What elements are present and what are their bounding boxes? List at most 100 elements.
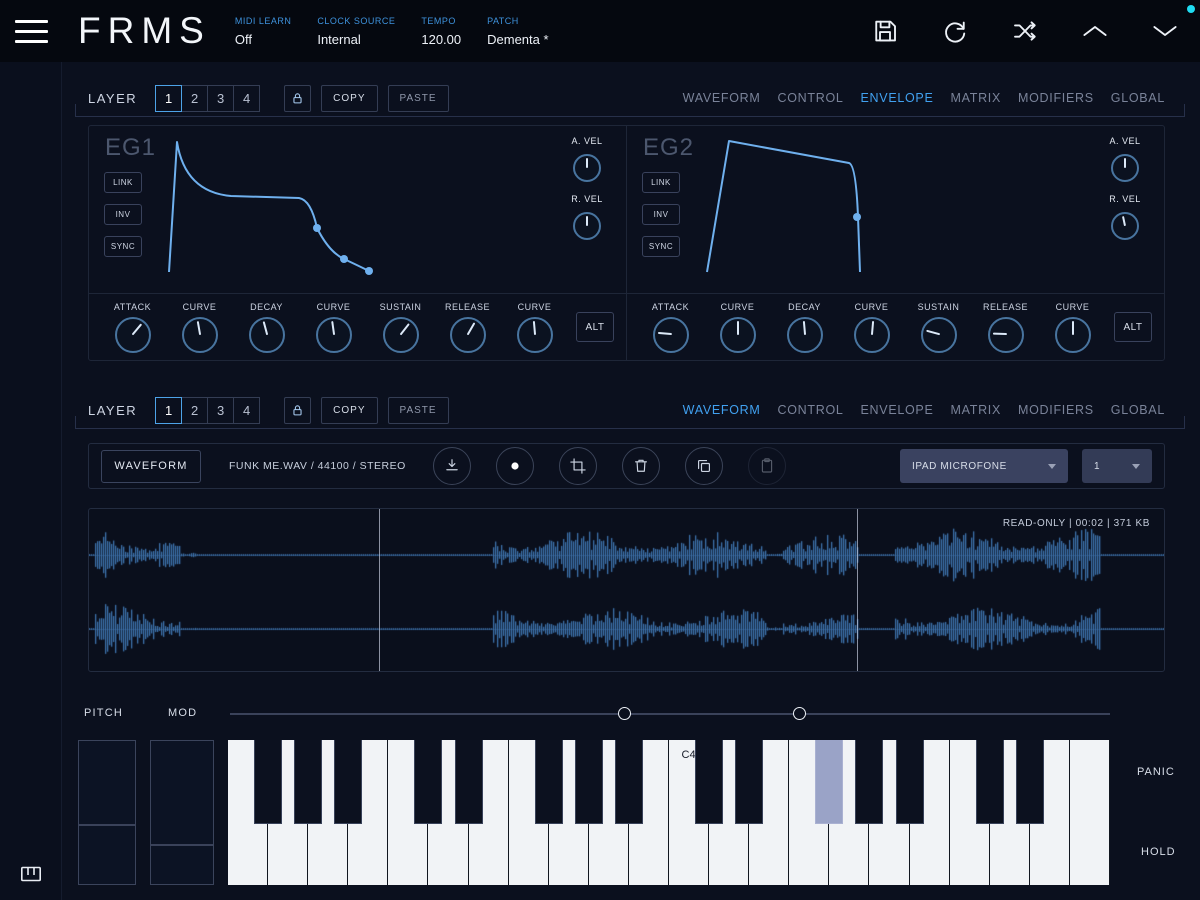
sync-button[interactable]: SYNC	[104, 236, 142, 257]
nav-tab-modifiers[interactable]: MODIFIERS	[1018, 91, 1094, 105]
panic-button[interactable]: PANIC	[1137, 766, 1175, 778]
pitch-wheel[interactable]	[78, 740, 136, 885]
curve-knob[interactable]	[182, 317, 218, 353]
nav-tab-modifiers[interactable]: MODIFIERS	[1018, 403, 1094, 417]
black-key[interactable]	[414, 740, 442, 824]
waveform-display[interactable]: READ-ONLY | 00:02 | 371 KB	[88, 508, 1165, 672]
black-key[interactable]	[294, 740, 322, 824]
slider-handle-1[interactable]	[618, 707, 631, 720]
curve-knob[interactable]	[720, 317, 756, 353]
nav-tab-global[interactable]: GLOBAL	[1111, 403, 1165, 417]
curve-knob[interactable]	[854, 317, 890, 353]
black-key[interactable]	[735, 740, 763, 824]
copy-layer-button[interactable]: COPY	[321, 397, 377, 424]
a-vel-knob[interactable]	[573, 154, 601, 182]
alt-button[interactable]: ALT	[576, 312, 614, 342]
layer-tab-1[interactable]: 1	[155, 85, 182, 112]
delete-button[interactable]	[622, 447, 660, 485]
decay-knob[interactable]	[787, 317, 823, 353]
white-key[interactable]	[1070, 740, 1110, 885]
import-button[interactable]	[433, 447, 471, 485]
undo-button[interactable]	[940, 16, 970, 46]
layer-tab-1[interactable]: 1	[155, 397, 182, 424]
black-key[interactable]	[615, 740, 643, 824]
hold-button[interactable]: HOLD	[1141, 846, 1176, 858]
r-vel-knob[interactable]	[1111, 212, 1139, 240]
curve-knob[interactable]	[316, 317, 352, 353]
envelope-handle[interactable]	[313, 224, 321, 232]
nav-tab-global[interactable]: GLOBAL	[1111, 91, 1165, 105]
black-key[interactable]	[455, 740, 483, 824]
playhead-cursor[interactable]	[379, 509, 380, 671]
nav-tab-envelope[interactable]: ENVELOPE	[861, 91, 934, 105]
a-vel-knob[interactable]	[1111, 154, 1139, 182]
black-key[interactable]	[535, 740, 563, 824]
layer-tab-3[interactable]: 3	[207, 397, 234, 424]
copy-layer-button[interactable]: COPY	[321, 85, 377, 112]
black-key[interactable]	[1016, 740, 1044, 824]
sustain-knob[interactable]	[383, 317, 419, 353]
link-button[interactable]: LINK	[642, 172, 680, 193]
keyboard-range-slider[interactable]	[230, 713, 1110, 715]
nav-tab-waveform[interactable]: WAVEFORM	[683, 403, 761, 417]
curve-knob[interactable]	[517, 317, 553, 353]
nav-tab-control[interactable]: CONTROL	[778, 91, 844, 105]
nav-tab-waveform[interactable]: WAVEFORM	[683, 91, 761, 105]
black-key[interactable]	[896, 740, 924, 824]
layer-tab-2[interactable]: 2	[181, 85, 208, 112]
inv-button[interactable]: INV	[104, 204, 142, 225]
crop-button[interactable]	[559, 447, 597, 485]
layer-tab-3[interactable]: 3	[207, 85, 234, 112]
channel-select[interactable]: 1	[1082, 449, 1152, 483]
topbar-field-tempo[interactable]: TEMPO120.00	[421, 16, 461, 47]
topbar-field-midi-learn[interactable]: MIDI LEARNOff	[235, 16, 292, 47]
topbar-field-clock-source[interactable]: CLOCK SOURCEInternal	[317, 16, 395, 47]
black-key[interactable]	[855, 740, 883, 824]
black-key[interactable]	[695, 740, 723, 824]
prev-patch-button[interactable]	[1080, 16, 1110, 46]
waveform-mode-button[interactable]: WAVEFORM	[101, 450, 201, 483]
playhead-cursor[interactable]	[857, 509, 858, 671]
link-button[interactable]: LINK	[104, 172, 142, 193]
black-key[interactable]	[575, 740, 603, 824]
envelope-handle[interactable]	[365, 267, 373, 275]
envelope-handle[interactable]	[340, 255, 348, 263]
nav-tab-matrix[interactable]: MATRIX	[951, 403, 1002, 417]
curve-knob[interactable]	[1055, 317, 1091, 353]
layer-lock-button[interactable]	[284, 397, 311, 424]
input-source-select[interactable]: IPAD MICROFONE	[900, 449, 1068, 483]
alt-button[interactable]: ALT	[1114, 312, 1152, 342]
decay-knob[interactable]	[249, 317, 285, 353]
next-patch-button[interactable]	[1150, 16, 1180, 46]
eg1-envelope-curve[interactable]	[161, 132, 561, 282]
nav-tab-control[interactable]: CONTROL	[778, 403, 844, 417]
randomize-button[interactable]	[1010, 16, 1040, 46]
nav-tab-envelope[interactable]: ENVELOPE	[861, 403, 934, 417]
release-knob[interactable]	[988, 317, 1024, 353]
mod-wheel[interactable]	[150, 740, 214, 885]
paste-layer-button[interactable]: PASTE	[388, 85, 449, 112]
keyboard-toggle-button[interactable]	[17, 862, 45, 886]
topbar-field-patch[interactable]: PATCHDementa *	[487, 16, 548, 47]
record-button[interactable]	[496, 447, 534, 485]
paste-button[interactable]	[748, 447, 786, 485]
slider-handle-2[interactable]	[793, 707, 806, 720]
eg2-envelope-curve[interactable]	[699, 132, 1099, 282]
attack-knob[interactable]	[653, 317, 689, 353]
layer-tab-4[interactable]: 4	[233, 85, 260, 112]
nav-tab-matrix[interactable]: MATRIX	[951, 91, 1002, 105]
attack-knob[interactable]	[115, 317, 151, 353]
main-menu-button[interactable]	[0, 0, 62, 62]
save-button[interactable]	[870, 16, 900, 46]
release-knob[interactable]	[450, 317, 486, 353]
inv-button[interactable]: INV	[642, 204, 680, 225]
black-key[interactable]	[976, 740, 1004, 824]
layer-tab-4[interactable]: 4	[233, 397, 260, 424]
layer-lock-button[interactable]	[284, 85, 311, 112]
sync-button[interactable]: SYNC	[642, 236, 680, 257]
black-key[interactable]	[254, 740, 282, 824]
black-key-pressed[interactable]	[815, 740, 843, 824]
duplicate-button[interactable]	[685, 447, 723, 485]
layer-tab-2[interactable]: 2	[181, 397, 208, 424]
black-key[interactable]	[334, 740, 362, 824]
